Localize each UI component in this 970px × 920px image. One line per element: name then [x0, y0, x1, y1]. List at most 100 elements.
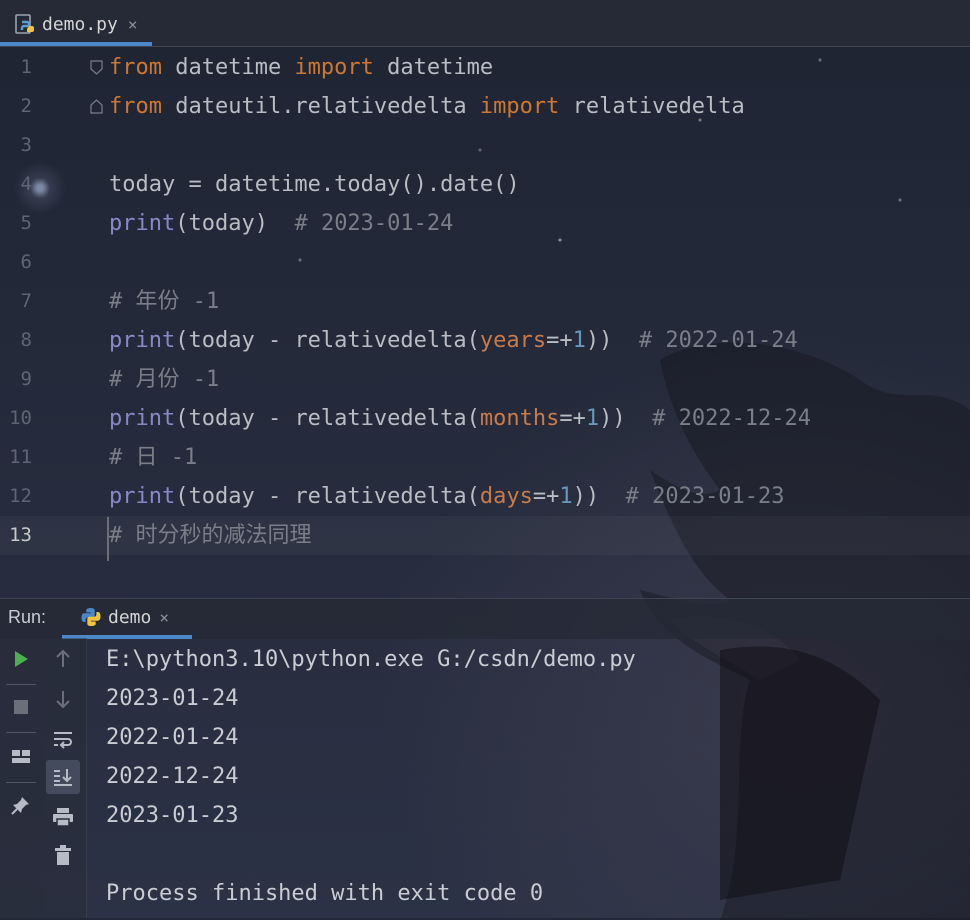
code-line[interactable]: 11 # 日 -1: [0, 438, 970, 477]
code-token: -1: [179, 289, 220, 314]
code-token: print: [109, 406, 176, 431]
code-token: (today - relativedelta(: [175, 406, 480, 431]
code-text: # 时分秒的减法同理: [109, 516, 312, 555]
code-line[interactable]: 9 # 月份 -1: [0, 360, 970, 399]
scroll-down-button[interactable]: [48, 684, 78, 714]
code-token: #: [109, 367, 136, 392]
code-token: (today): [175, 211, 295, 236]
line-number: 6: [20, 251, 32, 273]
scroll-up-button[interactable]: [48, 644, 78, 674]
up-arrow-icon: [56, 649, 70, 667]
line-number: 10: [9, 407, 32, 429]
code-token: days: [479, 484, 533, 509]
code-token: today = datetime.today().date(): [109, 172, 520, 197]
code-editor[interactable]: 1 from datetime import datetime 2 from date…: [0, 47, 970, 561]
run-panel-title: Run:: [8, 607, 47, 627]
console-line: 2022-01-24: [106, 725, 239, 750]
code-text: # 月份 -1: [109, 360, 219, 399]
code-line[interactable]: 1 from datetime import datetime: [0, 48, 970, 87]
print-button[interactable]: [48, 802, 78, 832]
line-number: 2: [20, 95, 32, 117]
python-file-icon: [15, 14, 34, 34]
code-token: )): [599, 406, 653, 431]
run-panel-header: Run: demo ×: [0, 598, 970, 639]
soft-wrap-icon: [54, 732, 72, 749]
code-token: )): [585, 328, 639, 353]
code-text: print(today - relativedelta(days=+1)) # …: [109, 477, 785, 516]
line-number: 7: [20, 290, 32, 312]
editor-tab-bar: demo.py ×: [0, 0, 970, 47]
code-token: # 2023-01-23: [625, 484, 785, 509]
code-line[interactable]: 13 # 时分秒的减法同理: [0, 516, 970, 555]
line-number: 11: [9, 446, 32, 468]
pin-tab-button[interactable]: [6, 790, 36, 820]
code-token: dateutil.relativedelta: [161, 94, 480, 119]
code-token: # 2022-12-24: [652, 406, 812, 431]
python-icon: [81, 608, 101, 626]
line-number: 13: [9, 524, 32, 546]
code-text: print(today) # 2023-01-24: [109, 204, 453, 243]
code-token: (today - relativedelta(: [175, 484, 480, 509]
code-token: #: [109, 445, 136, 470]
code-token: import: [294, 55, 374, 80]
code-text: # 年份 -1: [109, 282, 219, 321]
code-token: print: [109, 328, 176, 353]
code-text: from datetime import datetime: [109, 48, 493, 87]
close-icon[interactable]: ×: [159, 608, 169, 627]
code-line[interactable]: 5 print(today) # 2023-01-24: [0, 204, 970, 243]
code-token: from: [109, 94, 162, 119]
code-text: print(today - relativedelta(years=+1)) #…: [109, 321, 798, 360]
code-text: print(today - relativedelta(months=+1)) …: [109, 399, 811, 438]
pin-icon: [11, 797, 29, 815]
code-token: months: [479, 406, 560, 431]
code-token: relativedelta: [559, 94, 745, 119]
code-line[interactable]: 4 today = datetime.today().date(): [0, 165, 970, 204]
trash-icon: [55, 845, 71, 865]
line-number: 5: [20, 212, 32, 234]
code-line[interactable]: 3: [0, 126, 970, 165]
down-arrow-icon: [56, 691, 70, 709]
tab-demo-py[interactable]: demo.py ×: [0, 6, 152, 46]
console-line: 2023-01-24: [106, 686, 239, 711]
close-icon[interactable]: ×: [128, 15, 138, 34]
code-text: today = datetime.today().date(): [109, 165, 520, 204]
code-line[interactable]: 10 print(today - relativedelta(months=+1)…: [0, 399, 970, 438]
run-icon: [15, 651, 28, 667]
code-token: print: [109, 484, 176, 509]
restore-layout-button[interactable]: [6, 742, 36, 772]
fold-marker-icon[interactable]: [90, 60, 103, 75]
code-token: )): [572, 484, 626, 509]
code-token: 日: [135, 445, 158, 470]
print-icon: [53, 808, 73, 827]
code-line[interactable]: 8 print(today - relativedelta(years=+1)) …: [0, 321, 970, 360]
rerun-button[interactable]: [6, 644, 36, 674]
console-line: Process finished with exit code 0: [106, 881, 544, 906]
fold-marker-icon[interactable]: [90, 99, 103, 114]
console-line: 2023-01-23: [106, 803, 239, 828]
code-line[interactable]: 6: [0, 243, 970, 282]
line-number: 12: [9, 485, 32, 507]
console-output[interactable]: E:\python3.10\python.exe G:/csdn/demo.py…: [106, 640, 636, 913]
code-token: import: [479, 94, 560, 119]
run-tab-demo[interactable]: demo ×: [62, 599, 192, 639]
code-token: 1: [572, 328, 586, 353]
code-token: =+: [559, 406, 586, 431]
run-toolbar-secondary: [42, 638, 87, 918]
code-token: 时分秒的减法同理: [135, 523, 312, 548]
code-token: -1: [179, 367, 220, 392]
line-number: 4: [20, 173, 32, 195]
clear-all-button[interactable]: [48, 840, 78, 870]
code-line[interactable]: 7 # 年份 -1: [0, 282, 970, 321]
code-line[interactable]: 2 from dateutil.relativedelta import rela…: [0, 87, 970, 126]
scroll-to-end-button[interactable]: [46, 760, 80, 794]
code-token: # 2022-01-24: [638, 328, 798, 353]
code-line[interactable]: 12 print(today - relativedelta(days=+1)) …: [0, 477, 970, 516]
code-token: datetime: [161, 55, 295, 80]
stop-icon: [14, 700, 28, 714]
code-token: #: [109, 523, 136, 548]
line-number: 1: [20, 56, 32, 78]
indent-guide: [107, 517, 109, 561]
stop-button[interactable]: [6, 692, 36, 722]
soft-wrap-button[interactable]: [48, 724, 78, 754]
